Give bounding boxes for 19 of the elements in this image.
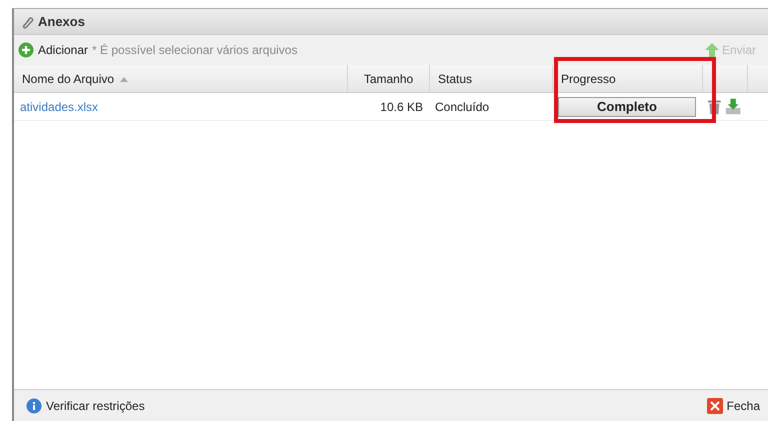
close-button[interactable]: Fecha xyxy=(706,396,760,414)
column-header[interactable]: Status xyxy=(429,65,552,92)
column-header[interactable]: Nome do Arquivo xyxy=(14,65,347,92)
table-cell-text: 10.6 KB xyxy=(379,98,424,116)
hint-text: * É possível selecionar vários arquivos xyxy=(92,42,298,59)
info-icon xyxy=(26,398,42,414)
file-link[interactable]: atividades.xlsx xyxy=(20,98,98,116)
add-button[interactable]: Adicionar xyxy=(18,41,88,59)
up-arrow-icon xyxy=(704,42,720,58)
column-header[interactable]: Tamanho xyxy=(347,65,429,92)
table-cell-text: Concluído xyxy=(434,98,490,116)
close-icon xyxy=(706,398,723,414)
column-header[interactable]: Progresso xyxy=(552,65,702,92)
download-icon[interactable] xyxy=(724,98,741,115)
plus-icon xyxy=(18,42,34,58)
window-title: Anexos xyxy=(38,12,85,31)
paperclip-icon xyxy=(20,14,34,28)
restrictions-link[interactable]: Verificar restrições xyxy=(26,396,145,414)
trash-icon[interactable] xyxy=(708,98,721,115)
